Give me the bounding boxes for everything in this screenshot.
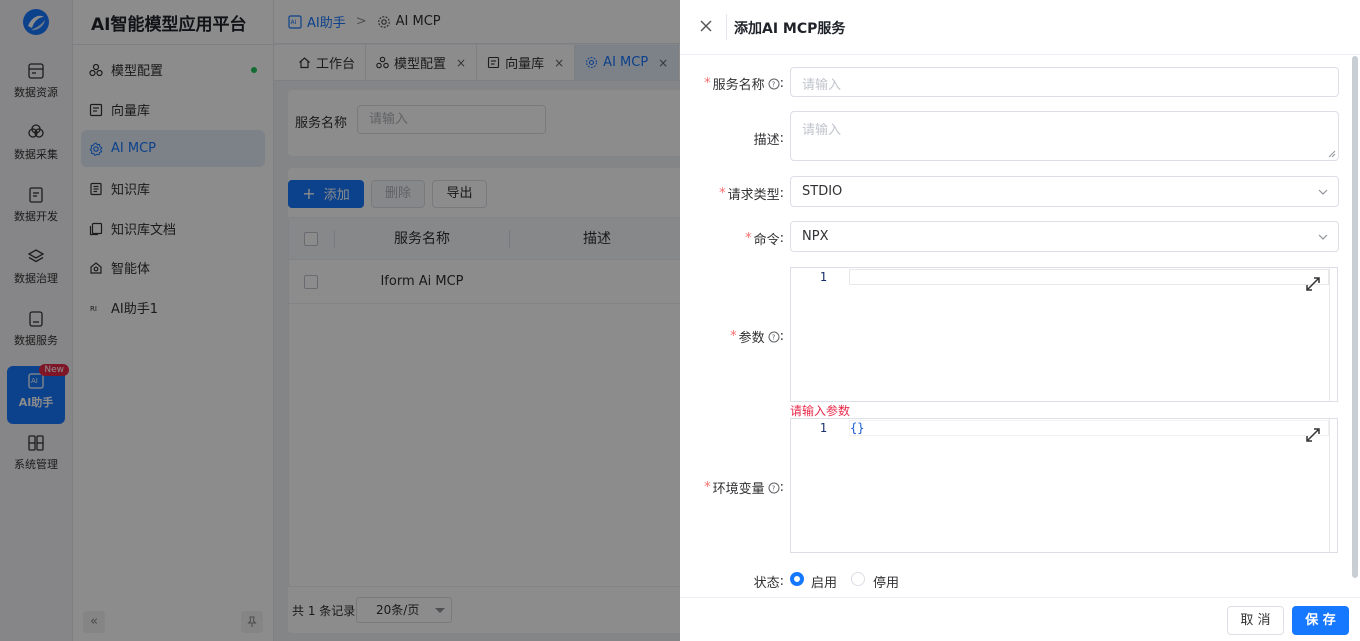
env-code-editor[interactable]: 1 {}: [790, 418, 1338, 553]
save-button[interactable]: 保 存: [1292, 606, 1349, 635]
drawer-title: 添加AI MCP服务: [734, 21, 846, 37]
status-disabled-radio[interactable]: [851, 572, 865, 586]
line-number: 1: [819, 270, 827, 284]
request-type-select[interactable]: STDIO: [790, 176, 1339, 207]
help-icon[interactable]: ?: [768, 482, 780, 494]
line-number: 1: [819, 421, 827, 435]
required-mark: *: [745, 231, 752, 246]
chevron-down-icon: [1318, 189, 1328, 195]
command-select[interactable]: NPX: [790, 221, 1339, 252]
status-enabled-label[interactable]: 启用: [811, 572, 837, 591]
field-label-text: 服务名称: [712, 78, 765, 93]
svg-text:?: ?: [771, 333, 775, 341]
field-label-colon: :: [779, 186, 784, 201]
expand-icon[interactable]: [1305, 276, 1321, 292]
description-label: 描述:: [754, 129, 784, 148]
field-label-colon: :: [779, 329, 784, 344]
required-mark: *: [704, 480, 711, 495]
field-label-colon: :: [779, 231, 784, 246]
svg-text:?: ?: [771, 80, 775, 88]
params-error-text: 请输入参数: [790, 404, 851, 418]
request-type-label: * 请求类型:: [719, 184, 784, 203]
description-textarea[interactable]: 请输入: [790, 111, 1339, 161]
close-icon[interactable]: [699, 19, 713, 33]
required-mark: *: [719, 186, 726, 201]
field-label-colon: :: [779, 480, 784, 495]
code-line[interactable]: [849, 269, 1329, 285]
service-name-label: * 服务名称 ?:: [704, 74, 784, 93]
help-icon[interactable]: ?: [768, 78, 780, 90]
divider: [726, 14, 727, 40]
field-label-text: 命令: [753, 233, 780, 248]
svg-text:?: ?: [771, 484, 775, 492]
field-label-colon: :: [779, 76, 784, 91]
drawer-overlay-mask[interactable]: [0, 0, 680, 641]
add-mcp-service-drawer: 添加AI MCP服务 * 服务名称 ?: 请输入 描述: 请输入 * 请求类型: S…: [680, 0, 1360, 641]
status-disabled-label[interactable]: 停用: [873, 572, 899, 591]
editor-scrollbar[interactable]: [1329, 268, 1337, 401]
chevron-down-icon: [1318, 234, 1328, 240]
params-label: * 参数 ?:: [730, 327, 784, 346]
status-enabled-radio[interactable]: [790, 572, 804, 586]
params-code-editor[interactable]: 1: [790, 267, 1338, 402]
field-label-text: 请求类型: [727, 188, 780, 203]
field-label-text: 环境变量: [712, 482, 765, 497]
required-mark: *: [730, 329, 737, 344]
drawer-footer: 取 消 保 存: [680, 597, 1360, 641]
input-placeholder: 请输入: [802, 78, 842, 93]
expand-icon[interactable]: [1305, 427, 1321, 443]
command-label: * 命令:: [745, 229, 784, 248]
env-label: * 环境变量 ?:: [704, 478, 784, 497]
select-value: NPX: [802, 229, 829, 244]
field-label-text: 描述: [753, 133, 780, 148]
select-value: STDIO: [802, 184, 843, 199]
app-root: 数据资源 数据采集 数据开发 数据治理 数据服务 AI AI助手 New 系统管…: [0, 0, 1360, 641]
input-placeholder: 请输入: [802, 123, 842, 138]
field-label-text: 状态: [753, 576, 780, 591]
cancel-button[interactable]: 取 消: [1227, 606, 1284, 635]
field-label-colon: :: [779, 131, 784, 146]
help-icon[interactable]: ?: [768, 331, 780, 343]
drawer-scrollbar[interactable]: [1352, 56, 1358, 578]
service-name-input[interactable]: 请输入: [790, 67, 1339, 97]
required-mark: *: [704, 76, 711, 91]
editor-scrollbar[interactable]: [1329, 419, 1337, 552]
field-label-text: 参数: [738, 331, 765, 346]
field-label-colon: :: [779, 574, 784, 589]
resize-handle-icon[interactable]: [1328, 150, 1336, 158]
code-line[interactable]: {}: [849, 420, 1329, 436]
drawer-header: 添加AI MCP服务: [680, 0, 1360, 55]
status-label: 状态:: [754, 572, 784, 591]
